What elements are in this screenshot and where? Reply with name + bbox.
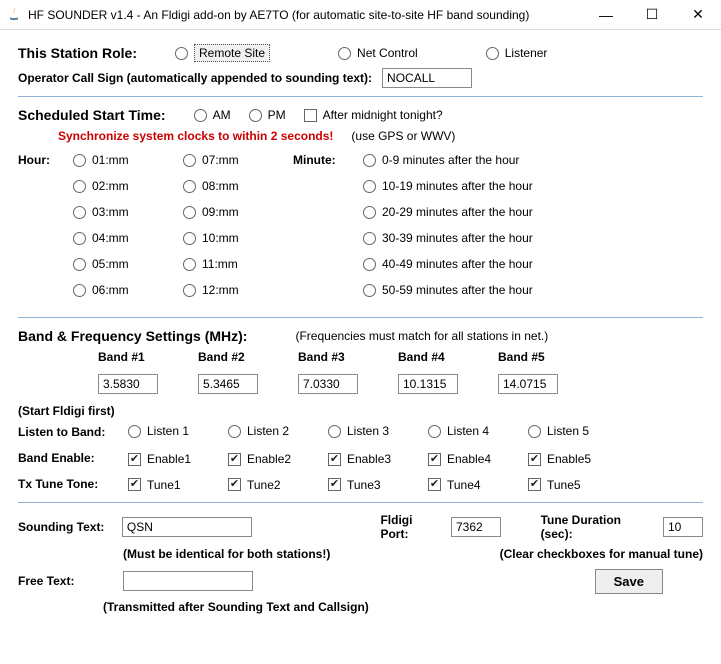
hour-11-radio[interactable]: 11:mm <box>183 257 275 271</box>
enable-2-check[interactable]: Enable2 <box>228 452 291 466</box>
maximize-button[interactable]: ☐ <box>629 0 675 29</box>
station-role-label: This Station Role: <box>18 45 137 61</box>
hour-6-radio[interactable]: 06:mm <box>73 283 165 297</box>
close-button[interactable]: ✕ <box>675 0 721 29</box>
minute-label: Minute: <box>293 153 336 167</box>
enable-label: Band Enable: <box>18 451 128 465</box>
band-header-1: Band #1 <box>98 350 198 364</box>
band-header-5: Band #5 <box>498 350 598 364</box>
band-header-4: Band #4 <box>398 350 498 364</box>
free-text-label: Free Text: <box>18 574 123 588</box>
start-fldigi-note: (Start Fldigi first) <box>18 404 115 418</box>
hour-10-radio[interactable]: 10:mm <box>183 231 275 245</box>
java-icon <box>6 7 22 23</box>
fldigi-port-label: Fldigi Port: <box>380 513 443 541</box>
tune-1-check[interactable]: Tune1 <box>128 478 181 492</box>
tune-duration-label: Tune Duration (sec): <box>541 513 656 541</box>
listen-5-radio[interactable]: Listen 5 <box>528 424 589 438</box>
tune-4-check[interactable]: Tune4 <box>428 478 481 492</box>
sounding-note: (Must be identical for both stations!) <box>123 547 330 561</box>
tune-3-check[interactable]: Tune3 <box>328 478 381 492</box>
role-listener-radio[interactable]: Listener <box>486 46 548 60</box>
pm-radio[interactable]: PM <box>249 108 286 122</box>
band-note: (Frequencies must match for all stations… <box>295 329 548 343</box>
hour-4-radio[interactable]: 04:mm <box>73 231 165 245</box>
band-freq-5-input[interactable] <box>498 374 558 394</box>
hour-7-radio[interactable]: 07:mm <box>183 153 275 167</box>
enable-1-check[interactable]: Enable1 <box>128 452 191 466</box>
band-freq-2-input[interactable] <box>198 374 258 394</box>
listen-4-radio[interactable]: Listen 4 <box>428 424 489 438</box>
clear-note: (Clear checkboxes for manual tune) <box>500 547 703 561</box>
minute-1-radio[interactable]: 10-19 minutes after the hour <box>363 179 685 193</box>
free-text-note: (Transmitted after Sounding Text and Cal… <box>103 600 369 614</box>
band-freq-1-input[interactable] <box>98 374 158 394</box>
schedule-label: Scheduled Start Time: <box>18 107 166 123</box>
hour-8-radio[interactable]: 08:mm <box>183 179 275 193</box>
band-settings-label: Band & Frequency Settings (MHz): <box>18 328 247 344</box>
listen-3-radio[interactable]: Listen 3 <box>328 424 389 438</box>
hour-1-radio[interactable]: 01:mm <box>73 153 165 167</box>
role-net-radio[interactable]: Net Control <box>338 46 418 60</box>
enable-5-check[interactable]: Enable5 <box>528 452 591 466</box>
minute-4-radio[interactable]: 40-49 minutes after the hour <box>363 257 685 271</box>
callsign-input[interactable] <box>382 68 472 88</box>
after-midnight-check[interactable]: After midnight tonight? <box>304 108 443 122</box>
band-header-2: Band #2 <box>198 350 298 364</box>
window-title: HF SOUNDER v1.4 - An Fldigi add-on by AE… <box>28 8 583 22</box>
minute-0-radio[interactable]: 0-9 minutes after the hour <box>363 153 685 167</box>
minimize-button[interactable]: — <box>583 0 629 29</box>
gps-note: (use GPS or WWV) <box>351 129 455 143</box>
tune-label: Tx Tune Tone: <box>18 477 128 491</box>
free-text-input[interactable] <box>123 571 253 591</box>
listen-label: Listen to Band: <box>18 425 128 439</box>
sounding-text-input[interactable] <box>122 517 252 537</box>
minute-5-radio[interactable]: 50-59 minutes after the hour <box>363 283 685 297</box>
minute-3-radio[interactable]: 30-39 minutes after the hour <box>363 231 685 245</box>
hour-5-radio[interactable]: 05:mm <box>73 257 165 271</box>
listen-1-radio[interactable]: Listen 1 <box>128 424 189 438</box>
tune-duration-input[interactable] <box>663 517 703 537</box>
sounding-text-label: Sounding Text: <box>18 520 122 534</box>
enable-3-check[interactable]: Enable3 <box>328 452 391 466</box>
sync-warning: Synchronize system clocks to within 2 se… <box>58 129 333 143</box>
hour-3-radio[interactable]: 03:mm <box>73 205 165 219</box>
hour-9-radio[interactable]: 09:mm <box>183 205 275 219</box>
minute-2-radio[interactable]: 20-29 minutes after the hour <box>363 205 685 219</box>
save-button[interactable]: Save <box>595 569 663 594</box>
hour-label: Hour: <box>18 153 50 167</box>
band-freq-4-input[interactable] <box>398 374 458 394</box>
band-freq-3-input[interactable] <box>298 374 358 394</box>
band-header-3: Band #3 <box>298 350 398 364</box>
hour-12-radio[interactable]: 12:mm <box>183 283 275 297</box>
listen-2-radio[interactable]: Listen 2 <box>228 424 289 438</box>
fldigi-port-input[interactable] <box>451 517 501 537</box>
am-radio[interactable]: AM <box>194 108 231 122</box>
enable-4-check[interactable]: Enable4 <box>428 452 491 466</box>
hour-2-radio[interactable]: 02:mm <box>73 179 165 193</box>
tune-5-check[interactable]: Tune5 <box>528 478 581 492</box>
role-remote-radio[interactable]: Remote Site <box>175 44 270 62</box>
callsign-label: Operator Call Sign (automatically append… <box>18 71 372 85</box>
tune-2-check[interactable]: Tune2 <box>228 478 281 492</box>
